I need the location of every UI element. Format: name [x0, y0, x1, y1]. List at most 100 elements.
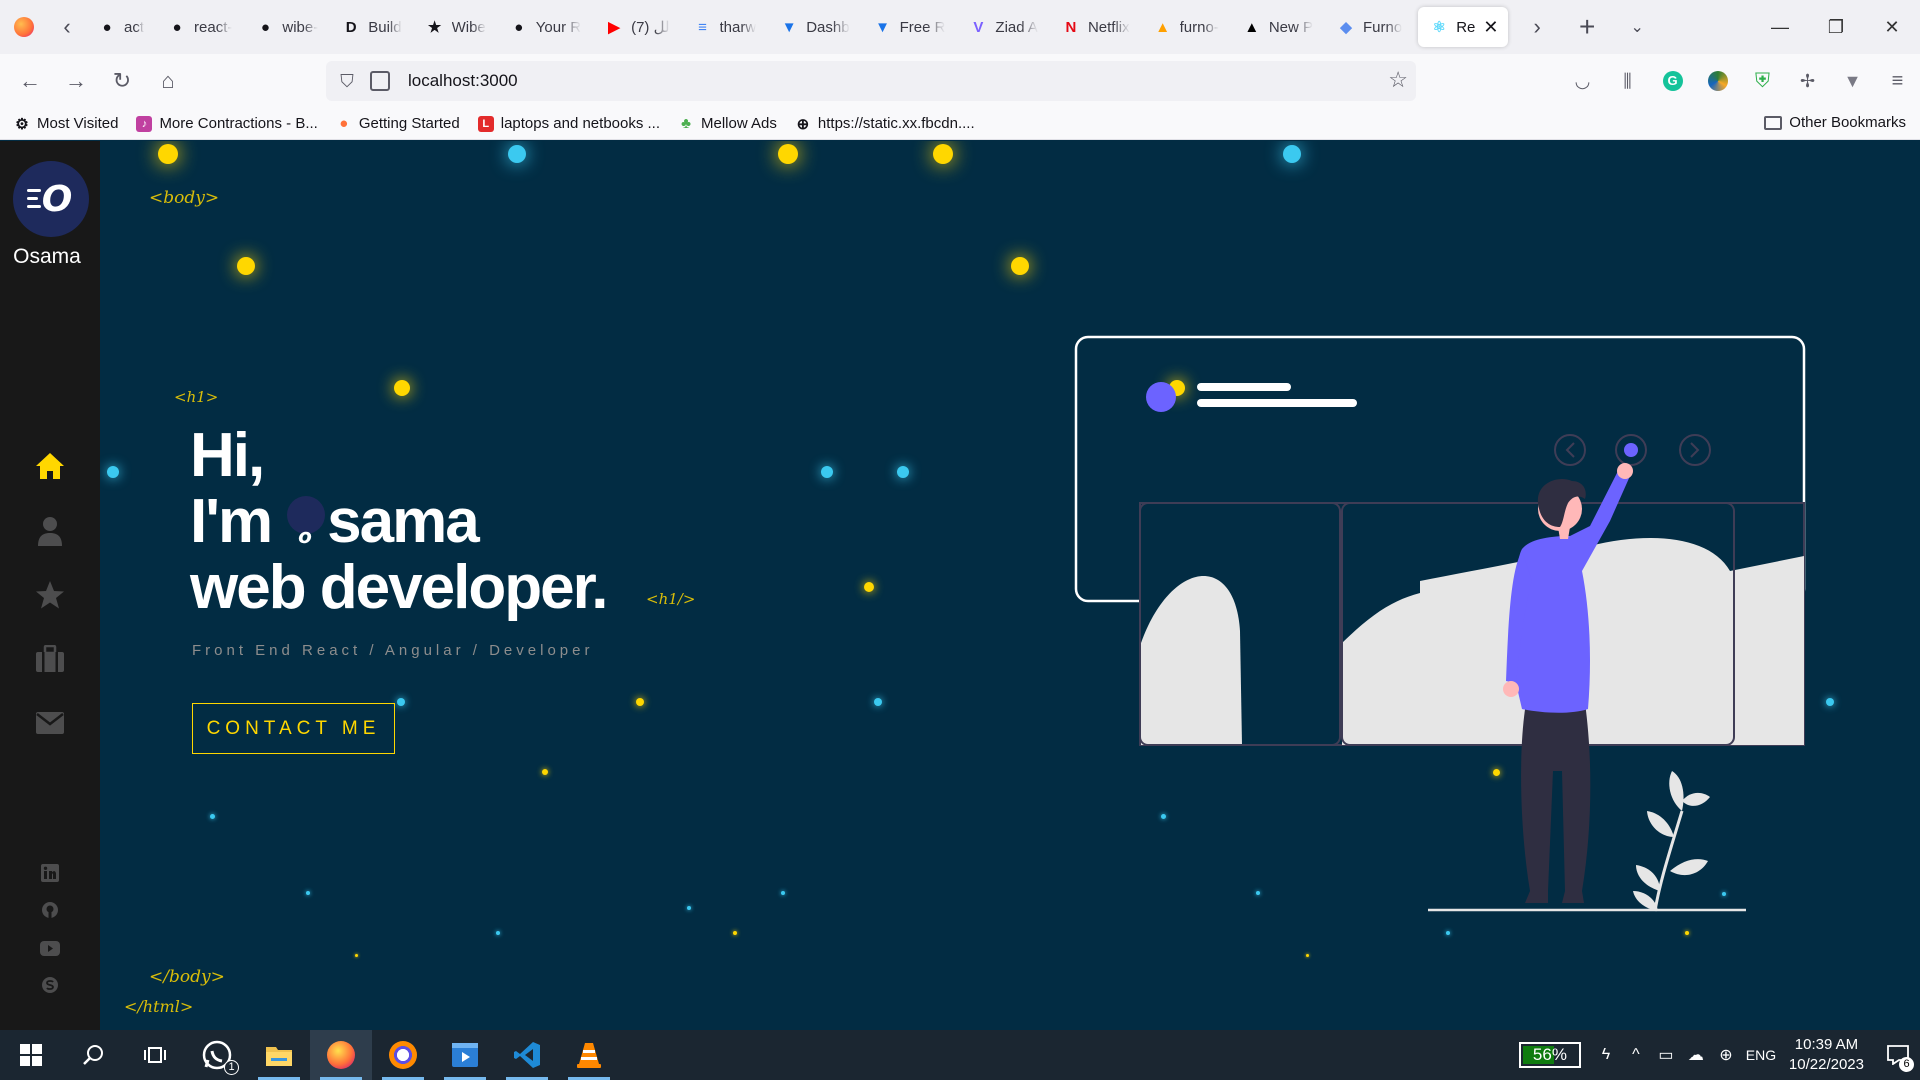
hero-logo-icon: o: [287, 496, 326, 548]
firefox-menu-icon[interactable]: [0, 0, 48, 54]
task-view-button[interactable]: [124, 1030, 186, 1080]
github-icon: [42, 902, 58, 918]
h1-open-tag: <h1>: [174, 388, 219, 406]
forward-icon[interactable]: →: [54, 59, 98, 103]
tab-active[interactable]: ⚛ Re ✕: [1418, 7, 1509, 47]
tab-0[interactable]: ● act: [86, 7, 156, 47]
social-youtube[interactable]: [0, 936, 100, 960]
back-icon[interactable]: ←: [8, 59, 52, 103]
nav-contact[interactable]: [0, 703, 100, 743]
taskbar-firefox[interactable]: [310, 1030, 372, 1080]
taskbar-brave[interactable]: [372, 1030, 434, 1080]
language-indicator[interactable]: ENG: [1741, 1030, 1781, 1080]
close-tab-icon[interactable]: ✕: [1483, 17, 1498, 38]
particle-dot: [237, 257, 255, 275]
social-linkedin[interactable]: [0, 861, 100, 885]
extensions-puzzle-icon[interactable]: ✢: [1785, 54, 1830, 108]
social-github[interactable]: [0, 898, 100, 922]
particle-dot: [897, 466, 909, 478]
bookmark-item[interactable]: ⊕ https://static.xx.fbcdn....: [795, 115, 975, 133]
url-text[interactable]: localhost:3000: [408, 71, 518, 91]
tab-7[interactable]: ≡ tharw: [682, 7, 769, 47]
tab-scroll-right-icon[interactable]: ›: [1512, 0, 1562, 54]
bookmark-item[interactable]: ⚙ Most Visited: [14, 115, 118, 133]
tie-icon: ▼: [875, 18, 890, 36]
restore-window-icon[interactable]: ❐: [1808, 0, 1864, 54]
list-all-tabs-icon[interactable]: ⌄: [1612, 0, 1662, 54]
minimize-window-icon[interactable]: —: [1752, 0, 1808, 54]
tab-5[interactable]: ● Your R: [498, 7, 593, 47]
taskbar-vscode[interactable]: [496, 1030, 558, 1080]
charging-bolt-icon: ϟ: [1601, 1046, 1611, 1063]
tab-label: Netflix: [1087, 18, 1130, 36]
taskbar-whatsapp[interactable]: 1: [186, 1030, 248, 1080]
search-button[interactable]: [62, 1030, 124, 1080]
site-logo[interactable]: O: [13, 161, 89, 237]
bookmark-item[interactable]: ♪ More Contractions - B...: [136, 115, 318, 132]
tab-13[interactable]: ▲ New P: [1231, 7, 1325, 47]
extension-globe-icon[interactable]: [1695, 54, 1740, 108]
tab-12[interactable]: ▲ furno-: [1142, 7, 1231, 47]
grammarly-icon[interactable]: G: [1650, 54, 1695, 108]
tab-4[interactable]: ★ Wibe: [414, 7, 498, 47]
page-info-icon[interactable]: [370, 71, 390, 91]
taskbar-vlc[interactable]: [558, 1030, 620, 1080]
site-sidebar: O Osama: [0, 141, 100, 1030]
network-globe-icon[interactable]: ⊕: [1711, 1030, 1741, 1080]
tab-10[interactable]: V Ziad A: [957, 7, 1050, 47]
vue-devtools-icon[interactable]: ▼: [1830, 54, 1875, 108]
url-bar[interactable]: ⛉ localhost:3000 ☆: [326, 61, 1416, 101]
nav-home[interactable]: [0, 446, 100, 486]
shield-extension-icon[interactable]: ⛨: [1740, 54, 1785, 108]
tab-11[interactable]: N Netflix: [1050, 7, 1142, 47]
close-window-icon[interactable]: ✕: [1864, 0, 1920, 54]
bookmark-icon: ♪: [136, 115, 153, 132]
folder-icon: [1764, 115, 1783, 130]
nav-about[interactable]: [0, 511, 100, 551]
search-icon: [83, 1045, 103, 1065]
firefox-icon: ●: [339, 115, 349, 132]
library-icon[interactable]: ⫼: [1605, 54, 1650, 108]
tab-1[interactable]: ● react-: [156, 7, 244, 47]
battery-indicator[interactable]: 56%: [1518, 1042, 1581, 1068]
other-bookmarks[interactable]: Other Bookmarks: [1764, 114, 1906, 131]
new-tab-icon[interactable]: +: [1562, 0, 1612, 54]
tab-6[interactable]: ▶ لل (7): [593, 7, 681, 47]
nav-portfolio[interactable]: [0, 639, 100, 679]
bookmark-item[interactable]: ♣ Mellow Ads: [678, 115, 777, 132]
bookmark-item[interactable]: Llaptops and netbooks ...: [477, 115, 660, 132]
power-icon[interactable]: ▭: [1651, 1030, 1681, 1080]
app-menu-icon[interactable]: ≡: [1875, 54, 1920, 108]
taskbar-media-player[interactable]: [434, 1030, 496, 1080]
home-button-icon[interactable]: ⌂: [146, 59, 190, 103]
tab-label: Build: [368, 18, 402, 36]
tab-scroll-left-icon[interactable]: ‹: [48, 0, 86, 54]
onedrive-cloud-icon[interactable]: ☁: [1681, 1030, 1711, 1080]
tab-label: New P: [1268, 18, 1313, 36]
tracking-protection-icon[interactable]: ⛉: [336, 70, 358, 92]
firebase-icon: ▲: [1155, 18, 1171, 36]
illustration-text-line-1: [1197, 383, 1291, 391]
tab-3[interactable]: D Build: [330, 7, 413, 47]
contact-me-button[interactable]: CONTACT ME: [192, 703, 395, 754]
particle-dot: [1685, 931, 1689, 935]
tab-2[interactable]: ● wibe-: [244, 7, 330, 47]
dev-icon: D: [345, 18, 357, 36]
bookmark-item[interactable]: ● Getting Started: [336, 115, 459, 132]
show-hidden-icons-chevron-icon[interactable]: ^: [1621, 1030, 1651, 1080]
bookmark-star-icon[interactable]: ☆: [1388, 67, 1408, 93]
h1-close-tag: <h1/>: [646, 590, 696, 608]
tab-14[interactable]: ◆ Furno: [1325, 7, 1414, 47]
html-close-tag: </html>: [124, 997, 194, 1016]
action-center-button[interactable]: 6: [1876, 1030, 1920, 1080]
clock[interactable]: 10:39 AM 10/22/2023: [1789, 1035, 1864, 1075]
particle-dot: [1283, 145, 1301, 163]
start-button[interactable]: [0, 1030, 62, 1080]
reload-icon[interactable]: ↻: [100, 59, 144, 103]
nav-skills[interactable]: [0, 575, 100, 615]
taskbar-file-explorer[interactable]: [248, 1030, 310, 1080]
pocket-icon[interactable]: ◡: [1560, 54, 1605, 108]
tab-8[interactable]: ▼ Dashb: [768, 7, 861, 47]
tab-9[interactable]: ▼ Free R: [862, 7, 958, 47]
social-skype[interactable]: [0, 973, 100, 997]
